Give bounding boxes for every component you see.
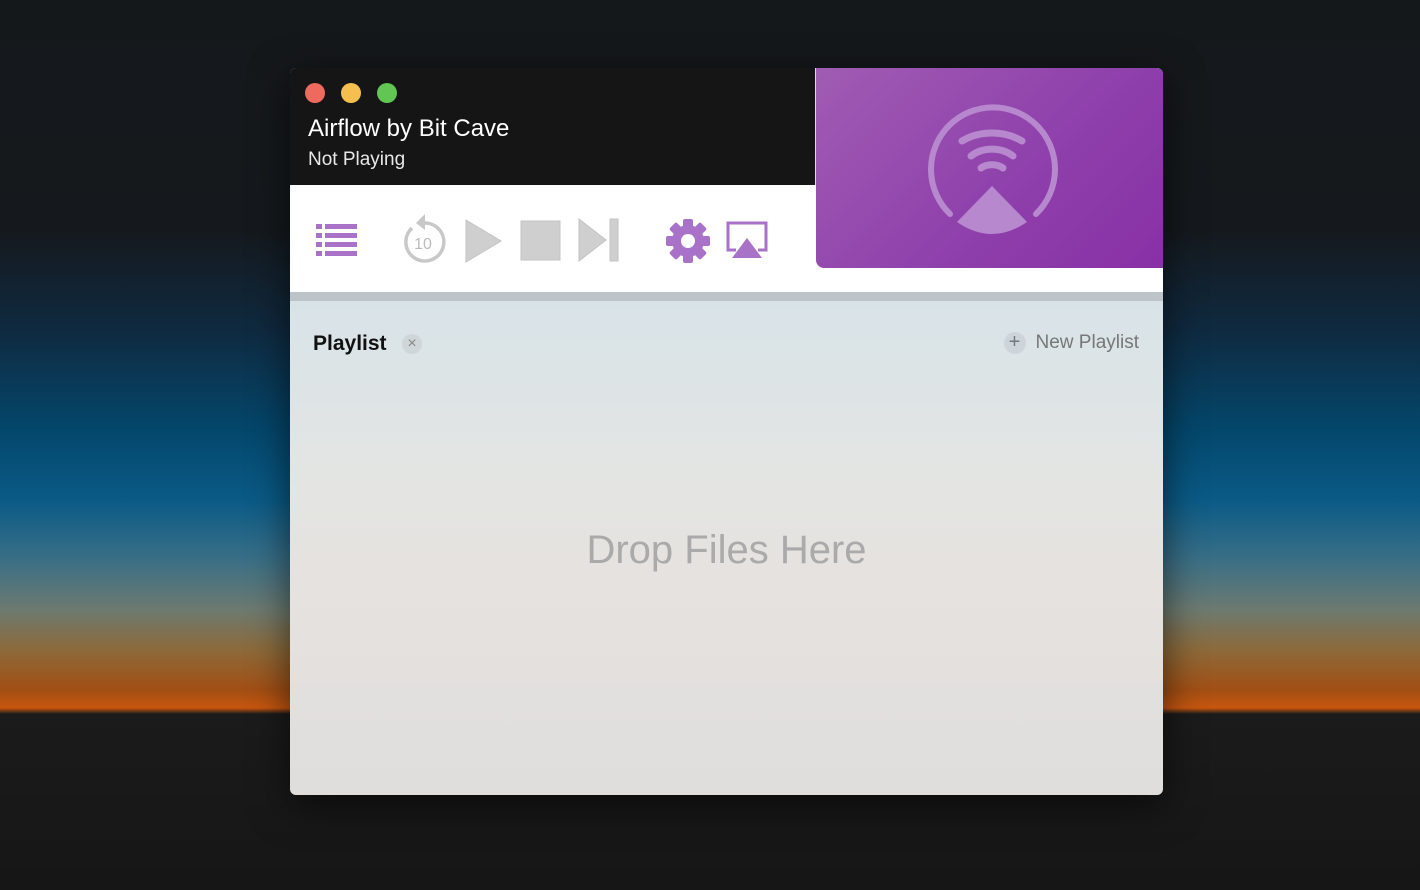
new-playlist-button[interactable]: + New Playlist [1003, 332, 1139, 354]
artwork-panel [816, 68, 1163, 268]
toolbar-separator [290, 292, 1163, 301]
app-window: Airflow by Bit Cave Not Playing 10 Playl… [290, 68, 1163, 795]
minimize-window-button[interactable] [341, 83, 361, 103]
plus-icon: + [1003, 332, 1026, 354]
playlist-title: Playlist [313, 332, 387, 355]
rewind-seconds-label: 10 [414, 236, 432, 253]
close-window-button[interactable] [305, 83, 325, 103]
airplay-logo-icon [928, 104, 1058, 234]
new-playlist-label: New Playlist [1035, 332, 1139, 353]
zoom-window-button[interactable] [377, 83, 397, 103]
list-icon[interactable] [316, 222, 358, 258]
playback-status: Not Playing [308, 149, 406, 170]
stop-icon[interactable] [520, 220, 562, 262]
title-bar: Airflow by Bit Cave Not Playing [290, 68, 815, 185]
rewind-10-icon[interactable]: 10 [400, 211, 448, 263]
airplay-icon[interactable] [726, 220, 768, 262]
close-playlist-button[interactable]: × [402, 334, 422, 354]
window-title: Airflow by Bit Cave [308, 115, 510, 142]
drop-zone-text[interactable]: Drop Files Here [290, 528, 1163, 573]
gear-icon[interactable] [665, 218, 711, 264]
play-icon[interactable] [465, 219, 503, 263]
skip-next-icon[interactable] [578, 218, 622, 264]
